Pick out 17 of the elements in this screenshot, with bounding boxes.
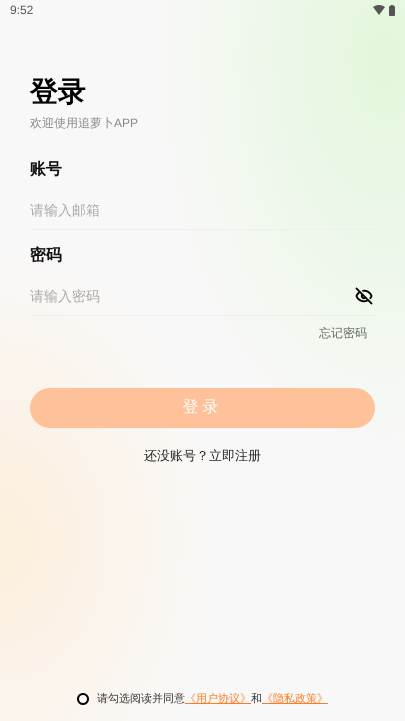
eye-off-icon[interactable] — [355, 286, 373, 304]
wifi-icon — [373, 5, 385, 15]
register-link[interactable]: 还没账号？立即注册 — [144, 446, 261, 466]
agreement-text: 请勾选阅读并同意 — [97, 692, 185, 706]
page-title: 登录 — [30, 75, 86, 109]
agreement-radio[interactable] — [77, 692, 89, 705]
field-label: 账号 — [30, 160, 62, 180]
field-label: 密码 — [30, 245, 62, 266]
agreement-joiner: 和 — [251, 692, 262, 706]
privacy-policy-link[interactable]: 《隐私政策》 — [262, 690, 328, 707]
status-time: 9:52 — [10, 2, 34, 19]
battery-icon — [389, 4, 395, 16]
password-field[interactable]: 请输入密码 — [30, 276, 355, 316]
welcome-subtitle: 欢迎使用追萝卜APP — [30, 115, 138, 132]
user-agreement-link[interactable]: 《用户协议》 — [185, 690, 251, 707]
email-field[interactable]: 请输入邮箱 — [30, 190, 375, 230]
forgot-password-link[interactable]: 忘记密码 — [319, 324, 367, 342]
